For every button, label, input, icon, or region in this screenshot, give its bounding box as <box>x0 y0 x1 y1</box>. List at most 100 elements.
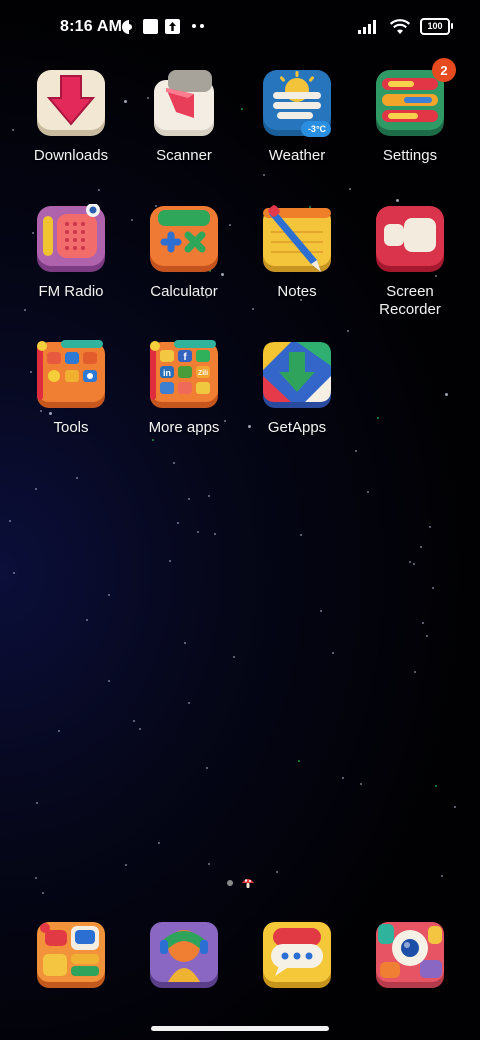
star-dot <box>76 477 78 479</box>
gallery-icon <box>122 20 136 34</box>
star-dot <box>188 702 190 704</box>
star-dot <box>349 188 351 190</box>
star-dot <box>35 488 37 490</box>
star-dot <box>298 760 300 762</box>
upload-icon <box>165 19 180 34</box>
status-time: 8:16 AM <box>60 18 123 35</box>
star-dot <box>173 462 175 464</box>
star-dot <box>86 619 88 621</box>
app-label: More apps <box>148 419 220 436</box>
notification-badge: 2 <box>432 58 456 82</box>
app-label: Settings <box>382 147 438 164</box>
calculator-icon <box>148 204 220 276</box>
star-dot <box>233 656 235 658</box>
star-dot <box>184 642 186 644</box>
downloads-icon <box>35 68 107 140</box>
star-dot <box>152 439 154 441</box>
app-notes[interactable]: Notes <box>241 204 353 301</box>
star-dot <box>58 730 60 732</box>
star-dot <box>276 871 278 873</box>
fm-radio-icon <box>35 203 107 276</box>
app-calculator[interactable]: Calculator <box>128 204 240 301</box>
star-dot <box>445 393 448 396</box>
star-dot <box>347 330 349 332</box>
contacts-icon <box>148 920 220 992</box>
star-dot <box>208 495 210 497</box>
star-dot <box>426 635 428 637</box>
star-dot <box>332 652 334 654</box>
star-dot <box>252 308 254 310</box>
app-label: Calculator <box>150 283 218 300</box>
app-label: Downloads <box>33 147 109 164</box>
star-dot <box>422 622 424 624</box>
star-dot <box>429 526 431 528</box>
star-dot <box>125 864 127 866</box>
dock-camera[interactable] <box>374 920 446 992</box>
star-dot <box>377 417 379 419</box>
star-dot <box>441 875 443 877</box>
phone-icon <box>35 920 107 992</box>
star-dot <box>197 531 199 533</box>
page-indicator[interactable] <box>227 876 255 890</box>
star-dot <box>396 199 399 202</box>
wifi-icon <box>390 18 410 34</box>
star-dot <box>13 572 15 574</box>
app-fm-radio[interactable]: FM Radio <box>15 203 127 301</box>
star-dot <box>300 534 302 536</box>
app-screen-recorder[interactable]: Screen Recorder <box>354 204 466 319</box>
dock-contacts[interactable] <box>148 920 220 992</box>
star-dot <box>367 491 369 493</box>
app-getapps[interactable]: GetApps <box>241 340 353 437</box>
star-dot <box>320 610 322 612</box>
app-label: Notes <box>277 283 317 300</box>
star-dot <box>409 561 411 563</box>
star-dot <box>169 560 171 562</box>
dock-messages[interactable] <box>261 920 333 992</box>
getapps-icon <box>261 340 333 412</box>
scanner-icon <box>148 68 220 140</box>
battery-icon: 100 <box>420 18 453 35</box>
home-indicator-bar[interactable] <box>151 1026 329 1031</box>
camera-icon <box>374 920 446 992</box>
notes-icon <box>261 204 333 276</box>
star-dot <box>42 892 44 894</box>
page-dot[interactable] <box>227 880 233 886</box>
square-icon <box>143 19 158 34</box>
star-dot <box>177 522 179 524</box>
tools-folder-icon <box>35 340 107 412</box>
star-dot <box>206 767 208 769</box>
app-more-apps-folder[interactable]: f in Zili More apps <box>128 340 240 437</box>
star-dot <box>454 806 456 808</box>
star-dot <box>342 777 344 779</box>
more-dots-icon <box>192 24 204 28</box>
star-dot <box>35 877 37 879</box>
app-downloads[interactable]: Downloads <box>15 68 127 165</box>
star-dot <box>12 129 14 131</box>
star-dot <box>133 720 135 722</box>
app-scanner[interactable]: Scanner <box>128 68 240 165</box>
messages-icon <box>261 920 333 992</box>
star-dot <box>360 783 362 785</box>
folder-glyph: Zili <box>198 370 208 377</box>
star-dot <box>188 498 190 500</box>
status-bar: 8:16 AM 100 <box>0 14 480 42</box>
star-dot <box>108 680 110 682</box>
app-label: FM Radio <box>38 283 104 300</box>
app-tools-folder[interactable]: Tools <box>15 340 127 437</box>
app-label: Tools <box>53 419 89 436</box>
app-label: Screen Recorder <box>379 283 441 318</box>
app-weather[interactable]: -3°C Weather <box>241 68 353 165</box>
star-dot <box>36 802 38 804</box>
star-dot <box>414 671 416 673</box>
app-settings[interactable]: 2 Settings <box>354 58 466 165</box>
signal-icon <box>358 19 376 34</box>
mushroom-icon[interactable] <box>241 876 255 890</box>
settings-icon: 2 <box>374 58 456 140</box>
more-apps-folder-icon: f in Zili <box>148 340 220 412</box>
star-dot <box>98 189 100 191</box>
app-label: Scanner <box>156 147 212 164</box>
dock-phone[interactable] <box>35 920 107 992</box>
star-dot <box>355 450 357 452</box>
star-dot <box>435 785 437 787</box>
star-dot <box>263 174 265 176</box>
